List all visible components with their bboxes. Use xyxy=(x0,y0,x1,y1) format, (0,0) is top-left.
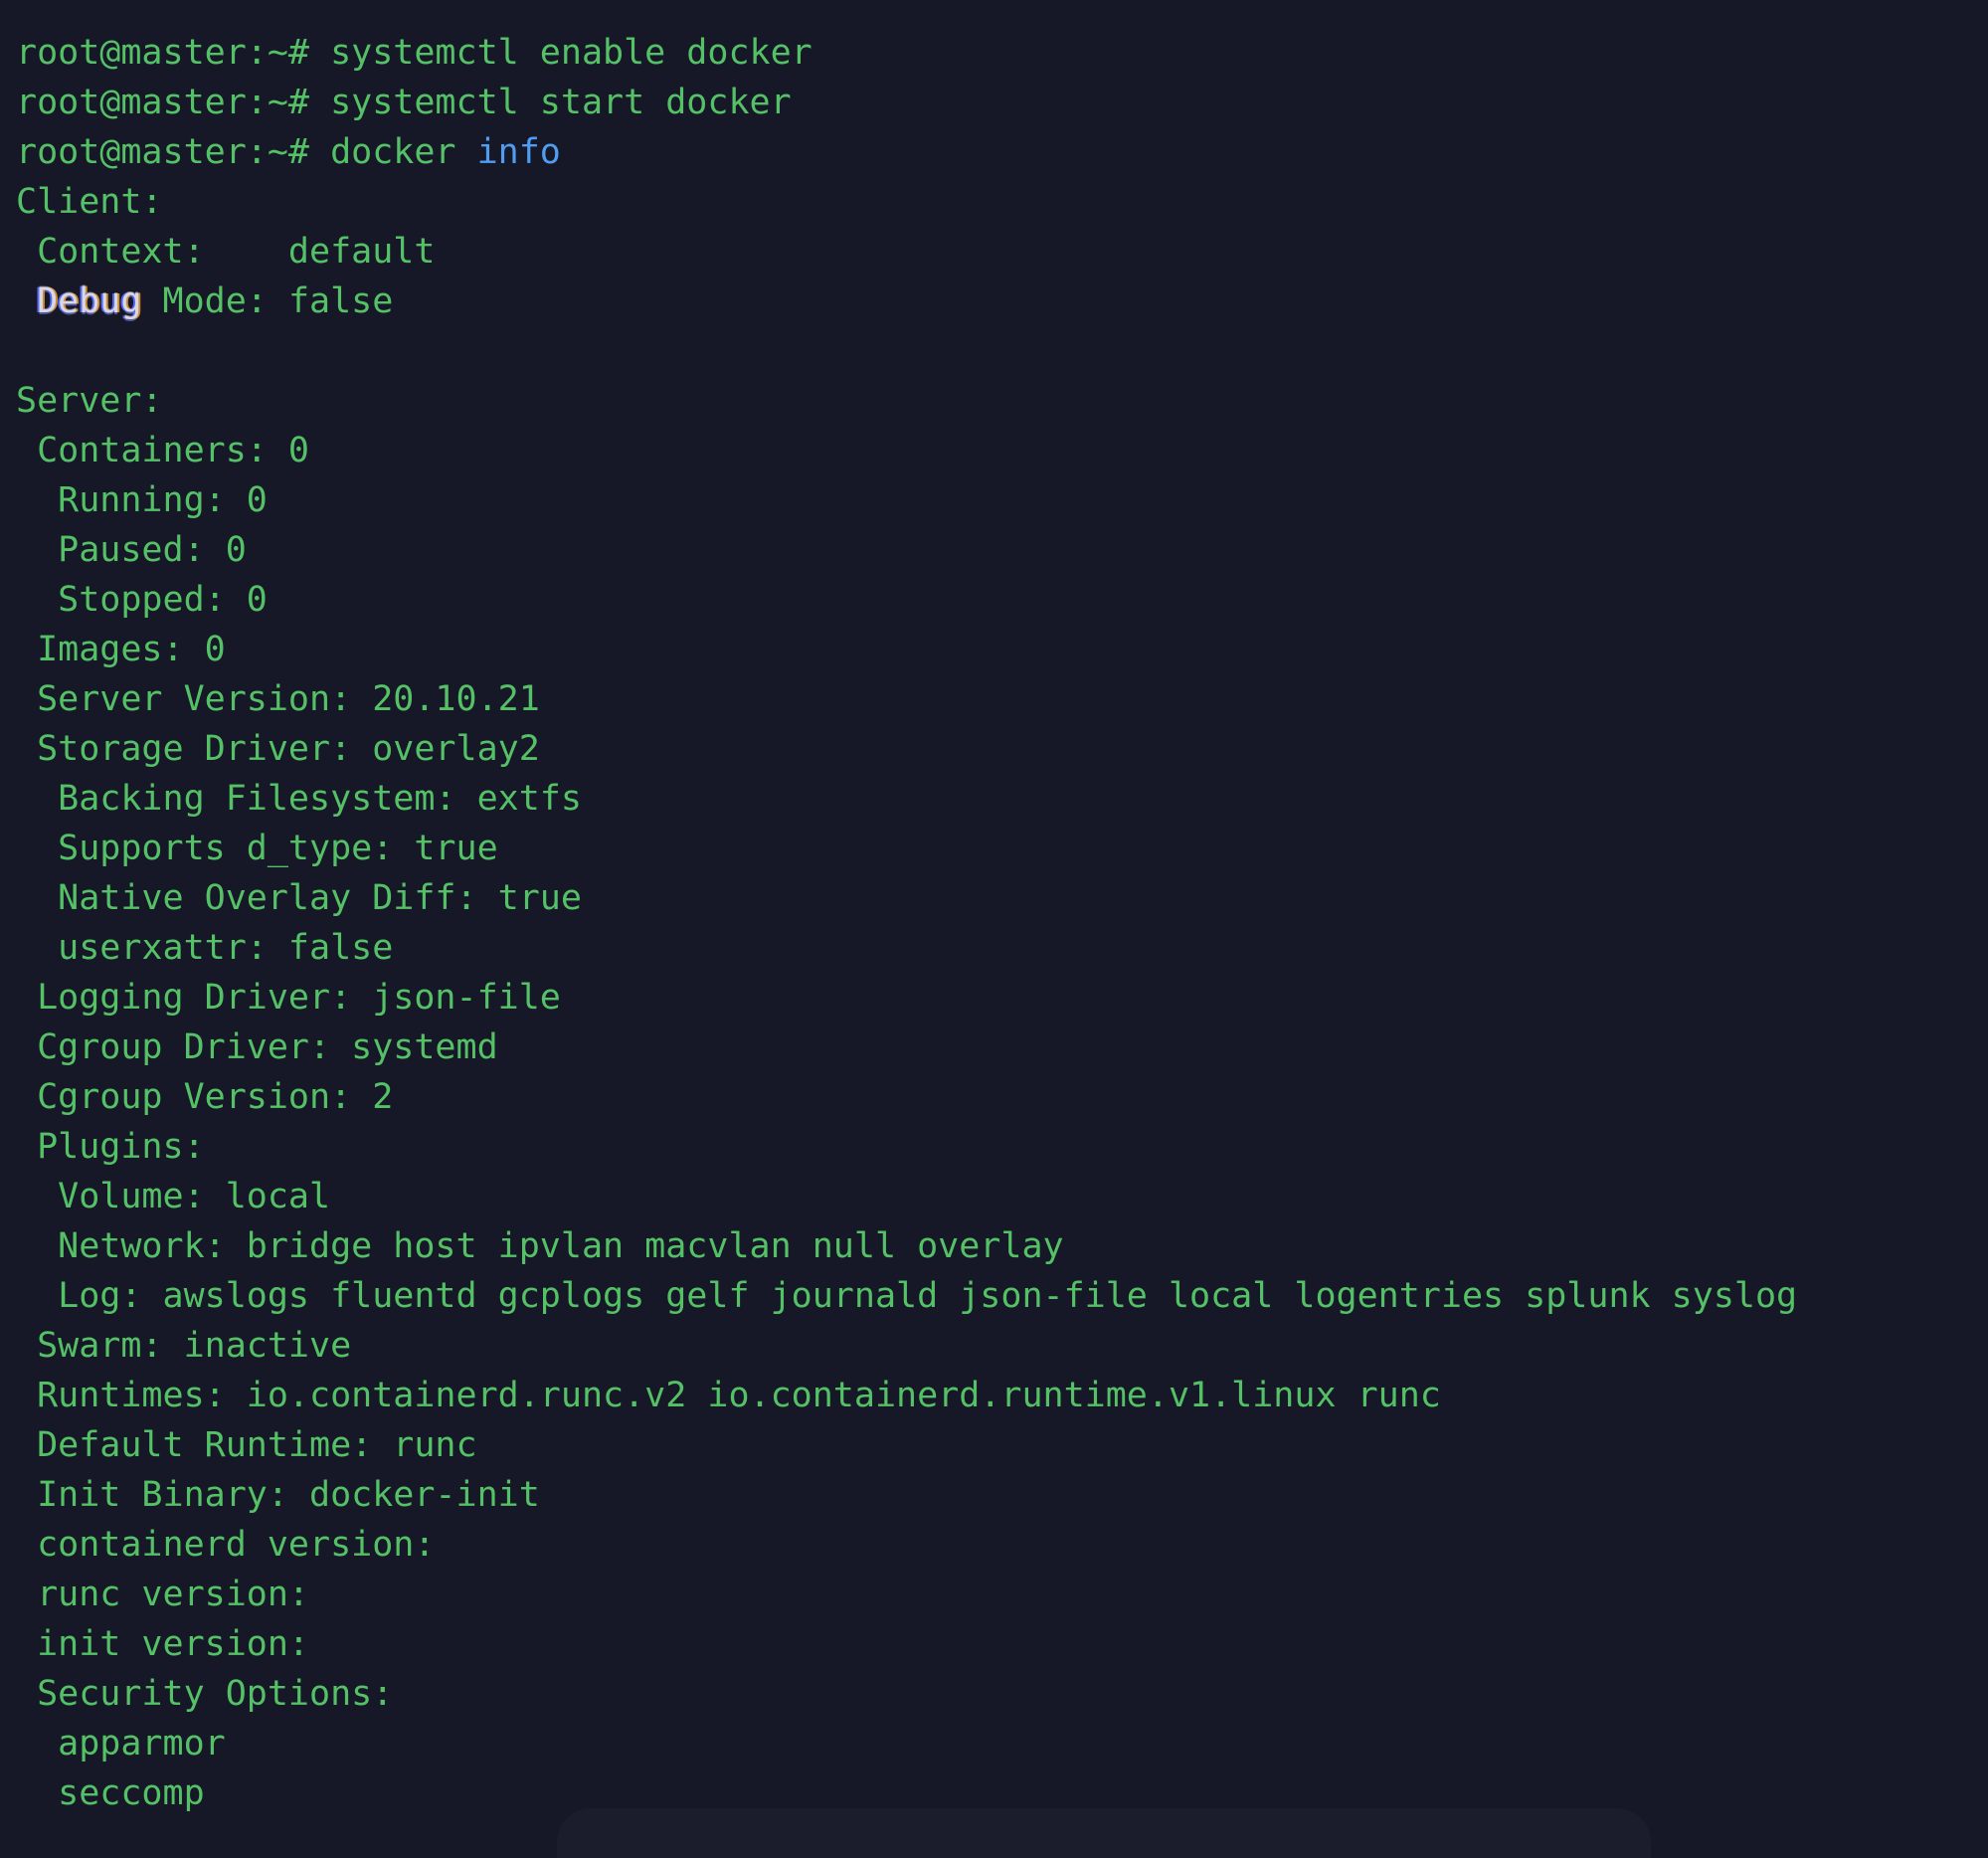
terminal-output-area[interactable]: root@master:~# systemctl enable docker r… xyxy=(0,0,1988,1818)
storage-driver-text: Storage Driver: overlay2 xyxy=(16,729,540,769)
output-blank-line xyxy=(16,326,1988,376)
output-default-runtime: Default Runtime: runc xyxy=(16,1420,1988,1470)
init-binary-text: Init Binary: docker-init xyxy=(16,1475,540,1515)
shell-prompt: root@master:~# xyxy=(16,132,331,172)
supports-dtype-text: Supports d_type: true xyxy=(16,829,498,868)
output-runc-version: runc version: xyxy=(16,1570,1988,1619)
client-context-text: Context: default xyxy=(16,232,436,272)
output-client-debug-mode: Debug Mode: false xyxy=(16,277,1988,326)
init-version-text: init version: xyxy=(16,1624,310,1664)
native-overlay-diff-text: Native Overlay Diff: true xyxy=(16,878,582,918)
output-security-options-header: Security Options: xyxy=(16,1669,1988,1719)
server-version-text: Server Version: 20.10.21 xyxy=(16,679,540,719)
output-init-version: init version: xyxy=(16,1619,1988,1669)
output-server-images: Images: 0 xyxy=(16,625,1988,674)
terminal-line-command-2: root@master:~# systemctl start docker xyxy=(16,78,1988,127)
debug-mode-value-text: Mode: false xyxy=(141,281,394,321)
cgroup-version-text: Cgroup Version: 2 xyxy=(16,1077,394,1117)
terminal-line-command-3: root@master:~# docker info xyxy=(16,127,1988,177)
running-text: Running: 0 xyxy=(16,480,268,520)
output-server-containers: Containers: 0 xyxy=(16,426,1988,475)
output-plugins-log: Log: awslogs fluentd gcplogs gelf journa… xyxy=(16,1271,1988,1321)
output-plugins-volume: Volume: local xyxy=(16,1172,1988,1221)
containers-text: Containers: 0 xyxy=(16,431,310,470)
output-server-header: Server: xyxy=(16,376,1988,426)
command-docker: docker xyxy=(330,132,477,172)
stopped-text: Stopped: 0 xyxy=(16,580,268,620)
containerd-version-text: containerd version: xyxy=(16,1525,436,1565)
output-native-overlay-diff: Native Overlay Diff: true xyxy=(16,873,1988,923)
backing-filesystem-text: Backing Filesystem: extfs xyxy=(16,779,582,819)
output-init-binary: Init Binary: docker-init xyxy=(16,1470,1988,1520)
client-header-text: Client: xyxy=(16,182,163,222)
output-storage-driver: Storage Driver: overlay2 xyxy=(16,724,1988,774)
terminal-line-command-1: root@master:~# systemctl enable docker xyxy=(16,28,1988,78)
security-apparmor-text: apparmor xyxy=(16,1724,226,1764)
security-seccomp-text: seccomp xyxy=(16,1773,205,1813)
output-supports-dtype: Supports d_type: true xyxy=(16,824,1988,873)
output-cgroup-version: Cgroup Version: 2 xyxy=(16,1072,1988,1122)
output-client-header: Client: xyxy=(16,177,1988,227)
runtimes-text: Runtimes: io.containerd.runc.v2 io.conta… xyxy=(16,1376,1441,1415)
output-plugins-network: Network: bridge host ipvlan macvlan null… xyxy=(16,1221,1988,1271)
plugins-volume-text: Volume: local xyxy=(16,1177,331,1216)
output-security-apparmor: apparmor xyxy=(16,1719,1988,1768)
output-backing-filesystem: Backing Filesystem: extfs xyxy=(16,774,1988,824)
output-userxattr: userxattr: false xyxy=(16,923,1988,973)
output-server-stopped: Stopped: 0 xyxy=(16,575,1988,625)
output-server-paused: Paused: 0 xyxy=(16,525,1988,575)
output-plugins-header: Plugins: xyxy=(16,1122,1988,1172)
plugins-header-text: Plugins: xyxy=(16,1127,205,1167)
debug-indent xyxy=(16,281,37,321)
output-server-version: Server Version: 20.10.21 xyxy=(16,674,1988,724)
swarm-text: Swarm: inactive xyxy=(16,1326,352,1366)
output-containerd-version: containerd version: xyxy=(16,1520,1988,1570)
logging-driver-text: Logging Driver: json-file xyxy=(16,978,561,1018)
runc-version-text: runc version: xyxy=(16,1575,310,1614)
output-swarm: Swarm: inactive xyxy=(16,1321,1988,1371)
output-client-context: Context: default xyxy=(16,227,1988,277)
images-text: Images: 0 xyxy=(16,630,226,669)
command-arg-info: info xyxy=(476,132,561,172)
command-start-docker: root@master:~# systemctl start docker xyxy=(16,83,792,122)
plugins-network-text: Network: bridge host ipvlan macvlan null… xyxy=(16,1226,1064,1266)
output-logging-driver: Logging Driver: json-file xyxy=(16,973,1988,1022)
cgroup-driver-text: Cgroup Driver: systemd xyxy=(16,1027,498,1067)
output-cgroup-driver: Cgroup Driver: systemd xyxy=(16,1022,1988,1072)
plugins-log-text: Log: awslogs fluentd gcplogs gelf journa… xyxy=(16,1276,1798,1316)
output-server-running: Running: 0 xyxy=(16,475,1988,525)
output-security-seccomp: seccomp xyxy=(16,1768,1988,1818)
default-runtime-text: Default Runtime: runc xyxy=(16,1425,477,1465)
server-header-text: Server: xyxy=(16,381,163,421)
paused-text: Paused: 0 xyxy=(16,530,247,570)
security-options-header-text: Security Options: xyxy=(16,1674,394,1714)
userxattr-text: userxattr: false xyxy=(16,928,394,968)
command-enable-docker: root@master:~# systemctl enable docker xyxy=(16,33,813,73)
debug-word-artifact: Debug xyxy=(37,281,142,321)
output-runtimes: Runtimes: io.containerd.runc.v2 io.conta… xyxy=(16,1371,1988,1420)
terminal-window[interactable]: root@master:~# systemctl enable docker r… xyxy=(0,0,1988,1858)
